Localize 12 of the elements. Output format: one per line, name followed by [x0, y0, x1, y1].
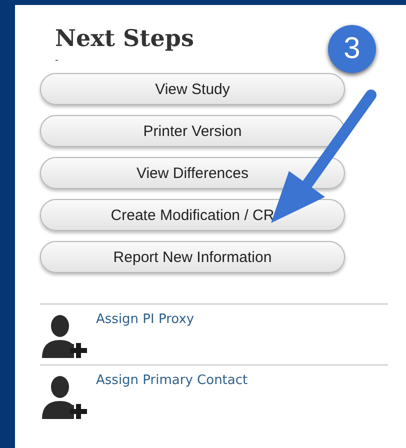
action-button[interactable]: Create Modification / CR: [40, 199, 345, 231]
action-button[interactable]: Printer Version: [40, 115, 345, 147]
add-user-icon: [40, 375, 88, 419]
action-button[interactable]: Report New Information: [40, 241, 345, 273]
action-button[interactable]: View Study: [40, 73, 345, 105]
action-link[interactable]: Assign PI Proxy: [96, 312, 194, 327]
action-button[interactable]: View Differences: [40, 157, 345, 189]
step-number-badge: 3: [328, 25, 376, 73]
action-link[interactable]: Assign Primary Contact: [96, 373, 248, 388]
subtitle-text: -: [55, 55, 58, 67]
panel-title: Next Steps: [55, 25, 194, 53]
add-user-icon: [40, 314, 88, 358]
